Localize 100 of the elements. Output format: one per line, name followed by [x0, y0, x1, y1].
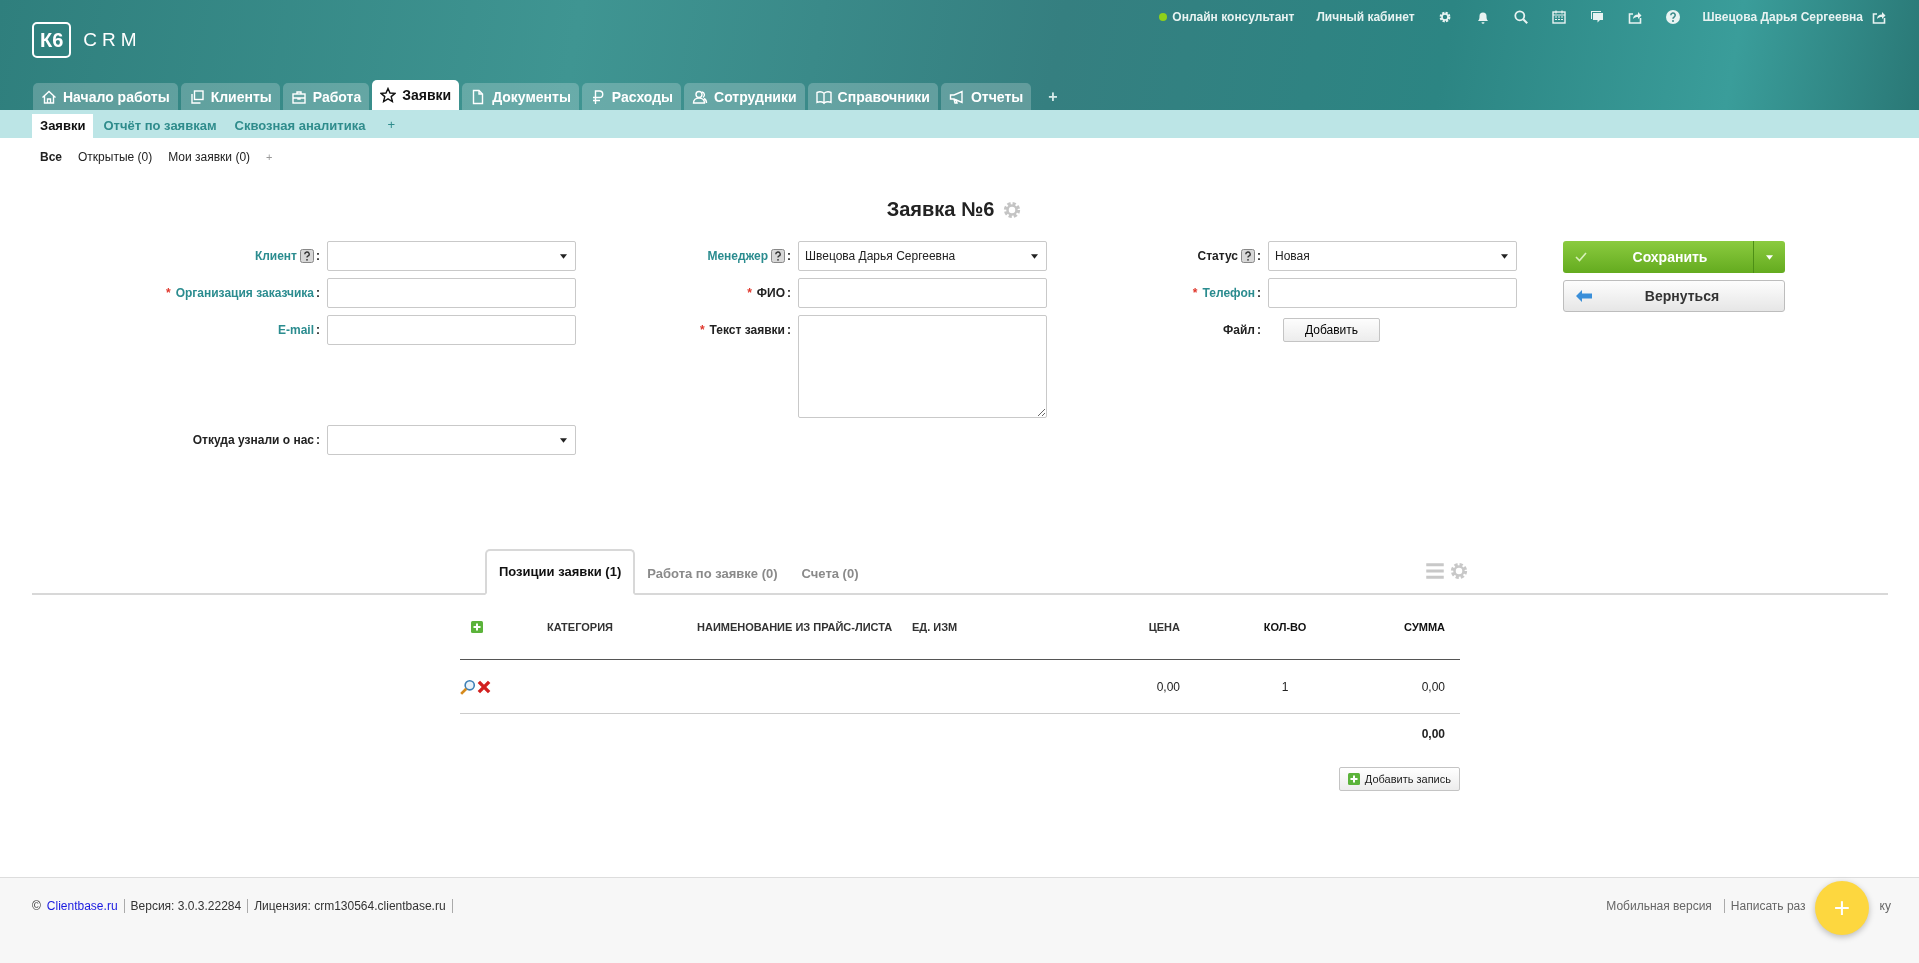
label-colon: :: [787, 249, 791, 263]
column-header: НАИМЕНОВАНИЕ ИЗ ПРАЙС-ЛИСТА: [697, 621, 893, 633]
select-field[interactable]: Швецова Дарья Сергеевна: [798, 241, 1047, 271]
main-tab[interactable]: Работа: [282, 83, 370, 110]
help-icon[interactable]: [1241, 249, 1255, 263]
main-tab[interactable]: Справочники: [807, 83, 938, 110]
share-icon[interactable]: [1626, 9, 1643, 25]
required-mark: *: [747, 286, 752, 300]
delete-icon[interactable]: [476, 678, 492, 695]
required-mark: *: [1192, 286, 1198, 300]
main-tab[interactable]: Сотрудники: [684, 83, 805, 110]
megaphone-icon: [948, 88, 965, 105]
save-options-button[interactable]: [1753, 241, 1785, 273]
page-title: Заявка №6: [886, 198, 995, 221]
help-icon[interactable]: [1664, 9, 1681, 25]
required-mark: *: [165, 286, 171, 300]
main-tab[interactable]: Документы: [462, 83, 579, 110]
input-field[interactable]: [798, 278, 1047, 308]
main-tab[interactable]: Клиенты: [180, 83, 280, 110]
arrow-icon: [1576, 290, 1592, 302]
chat-icon[interactable]: [1588, 9, 1605, 25]
user-name-link[interactable]: Швецова Дарья Сергеевна: [1702, 10, 1863, 24]
settings-icon[interactable]: [1002, 199, 1023, 220]
field-label: ФИО: [756, 286, 785, 300]
online-status-dot: [1159, 13, 1168, 21]
main-tab[interactable]: Отчеты: [940, 83, 1032, 110]
field-label: Откуда узнали о нас: [192, 433, 314, 447]
mobile-version-link[interactable]: Мобильная версия: [1606, 899, 1712, 913]
field-label[interactable]: Клиент: [254, 249, 297, 263]
magnifier-icon[interactable]: [460, 678, 476, 695]
check-icon: [1575, 252, 1587, 262]
caret-icon: [560, 253, 567, 259]
logo-badge[interactable]: К6: [32, 22, 72, 58]
label-colon: :: [316, 286, 320, 300]
list-icon[interactable]: [1425, 561, 1445, 581]
column-header: ЕД. ИЗМ: [912, 621, 958, 633]
field-label[interactable]: Менеджер: [707, 249, 768, 263]
select-field[interactable]: [327, 425, 576, 455]
column-header: СУММА: [1404, 621, 1445, 633]
caret-icon: [1031, 253, 1038, 259]
field-label: Файл: [1223, 323, 1255, 337]
add-file-button[interactable]: Добавить: [1283, 318, 1381, 342]
field-label[interactable]: Организация заказчика: [175, 286, 314, 300]
copy-icon: [188, 88, 205, 105]
field-label[interactable]: Телефон: [1202, 286, 1255, 300]
people-icon: [692, 88, 709, 105]
filter-link[interactable]: Мои заявки (0): [168, 150, 251, 164]
input-field[interactable]: [327, 278, 576, 308]
logout-icon[interactable]: [1871, 9, 1887, 25]
label-colon: :: [1257, 323, 1261, 337]
input-field[interactable]: [327, 315, 576, 345]
field-label: Текст заявки: [709, 323, 785, 337]
add-filter-button[interactable]: +: [266, 151, 273, 163]
caret-icon: [1766, 254, 1773, 260]
input-field[interactable]: [1268, 278, 1517, 308]
total-sum: 0,00: [1421, 727, 1445, 741]
caret-icon: [1501, 253, 1508, 259]
account-link[interactable]: Личный кабинет: [1316, 10, 1415, 24]
select-field[interactable]: Новая: [1268, 241, 1517, 271]
add-record-button[interactable]: Добавить запись: [1338, 767, 1460, 791]
detail-tab[interactable]: Работа по заявке (0): [635, 553, 790, 595]
main-tab[interactable]: Начало работы: [33, 83, 178, 110]
required-mark: *: [699, 323, 705, 337]
filter-link[interactable]: Открытые (0): [78, 150, 153, 164]
logo-text[interactable]: CRM: [83, 29, 142, 51]
add-row-icon[interactable]: [471, 621, 483, 633]
sub-tab[interactable]: Отчёт по заявкам: [95, 114, 225, 138]
site-link[interactable]: Clientbase.ru: [46, 899, 118, 913]
quantity-cell: 1: [1281, 679, 1289, 694]
help-icon[interactable]: [300, 249, 314, 263]
sub-tab[interactable]: Заявки: [32, 114, 94, 138]
save-button[interactable]: Сохранить: [1563, 241, 1753, 273]
label-colon: :: [316, 249, 320, 263]
column-header: КАТЕГОРИЯ: [547, 621, 613, 633]
caret-icon: [560, 437, 567, 443]
sub-tab[interactable]: Сквозная аналитика: [226, 114, 374, 138]
briefcase-icon: [290, 88, 307, 105]
main-tab[interactable]: Заявки: [372, 80, 460, 110]
filter-link[interactable]: Все: [40, 150, 62, 164]
star-icon: [380, 87, 397, 103]
detail-tab[interactable]: Счета (0): [789, 553, 871, 595]
sum-cell: 0,00: [1421, 679, 1445, 694]
calendar-icon[interactable]: [1550, 9, 1567, 25]
contact-developer-link[interactable]: Написать раз: [1723, 899, 1806, 913]
online-consultant-link[interactable]: Онлайн консультант: [1172, 10, 1295, 24]
contact-developer-link[interactable]: ку: [1879, 899, 1891, 913]
license-text: Лицензия: crm130564.clientbase.ru: [247, 899, 453, 913]
field-label[interactable]: E-mail: [278, 323, 314, 337]
main-tab[interactable]: Расходы: [581, 83, 682, 110]
search-icon[interactable]: [1512, 9, 1529, 25]
label-colon: :: [316, 433, 320, 447]
label-colon: :: [787, 286, 791, 300]
text-area[interactable]: [798, 315, 1047, 418]
detail-tab[interactable]: Позиции заявки (1): [485, 549, 636, 595]
add-tab-button[interactable]: +: [1048, 88, 1058, 106]
select-field[interactable]: [327, 241, 576, 271]
settings-icon[interactable]: [1449, 561, 1469, 581]
help-icon[interactable]: [771, 249, 785, 263]
add-subtab-button[interactable]: +: [387, 114, 396, 138]
back-button[interactable]: Вернуться: [1563, 280, 1785, 312]
